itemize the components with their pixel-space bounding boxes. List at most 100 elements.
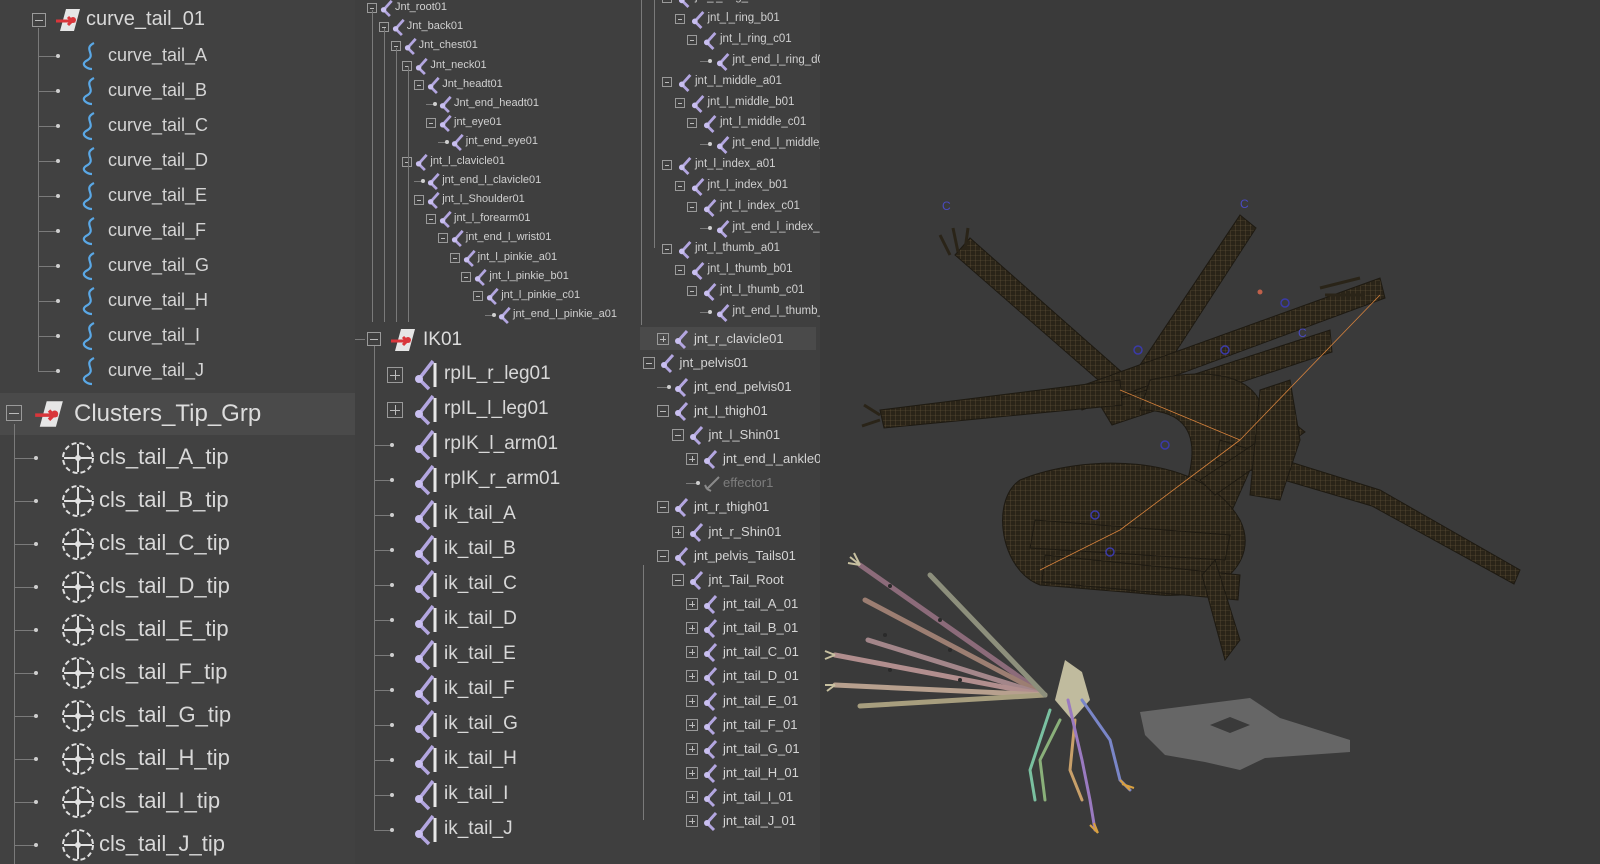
expand-toggle[interactable]	[686, 598, 698, 610]
expand-toggle[interactable]	[686, 791, 698, 803]
collapse-toggle[interactable]	[367, 332, 381, 346]
item-label: jnt_l_middle_b01	[707, 95, 795, 108]
item-label: jnt_r_thigh01	[694, 499, 770, 514]
tree-connector-dot	[492, 313, 496, 318]
item-label: cls_tail_B_tip	[99, 487, 229, 512]
expand-toggle[interactable]	[686, 743, 698, 755]
outliner-panel-left[interactable]: curve_tail_01 curve_tail_A curve_tail_B cu…	[0, 0, 355, 864]
expand-toggle[interactable]	[686, 622, 698, 634]
item-label: cls_tail_D_tip	[99, 573, 230, 598]
item-label: curve_tail_C	[108, 115, 209, 135]
collapse-toggle[interactable]	[687, 118, 697, 129]
expand-toggle[interactable]	[387, 367, 403, 383]
collapse-toggle[interactable]	[662, 76, 672, 87]
item-label: jnt_l_forearm01	[454, 212, 531, 225]
item-label: jnt_tail_D_01	[723, 668, 799, 683]
collapse-toggle[interactable]	[671, 429, 684, 441]
tree-connector-dot	[56, 229, 60, 233]
collapse-toggle[interactable]	[657, 550, 669, 562]
tree-connector-dot	[34, 757, 38, 761]
item-label: jnt_l_ring_b01	[707, 11, 780, 24]
tree-connector-dot	[390, 583, 394, 587]
collapse-toggle[interactable]	[687, 34, 697, 45]
item-label: ik_tail_E	[444, 643, 516, 664]
expand-toggle[interactable]	[686, 719, 698, 731]
expand-toggle[interactable]	[671, 526, 684, 538]
collapse-toggle[interactable]	[662, 0, 672, 3]
item-label: cls_tail_E_tip	[99, 616, 229, 641]
expand-toggle[interactable]	[686, 767, 698, 779]
collapse-toggle[interactable]	[449, 252, 460, 263]
collapse-toggle[interactable]	[671, 574, 684, 586]
expand-toggle[interactable]	[657, 333, 669, 345]
item-label: rpIL_r_leg01	[444, 363, 551, 384]
collapse-toggle[interactable]	[674, 13, 685, 24]
expand-toggle[interactable]	[686, 695, 698, 707]
collapse-toggle[interactable]	[414, 195, 425, 205]
item-label: jnt_l_pinkie_b01	[489, 269, 569, 282]
viewport-3d[interactable]: C C C	[820, 0, 1600, 864]
item-label: jnt_Tail_Root	[708, 572, 784, 587]
item-label: cls_tail_C_tip	[99, 530, 230, 555]
collapse-toggle[interactable]	[662, 243, 672, 254]
collapse-toggle[interactable]	[414, 79, 425, 90]
tree-connector-dot	[56, 159, 60, 163]
item-label: curve_tail_J	[108, 360, 205, 380]
item-label: jnt_l_clavicle01	[430, 154, 505, 167]
expand-toggle[interactable]	[686, 453, 698, 465]
tree-connector-dot	[34, 843, 38, 847]
tree-connector-dot	[390, 548, 394, 552]
outliner-panel-middle[interactable]: Jnt_root01 Jnt_back01 Jnt_chest01 Jnt_neck0…	[355, 0, 640, 864]
item-label: jnt_end_eye01	[465, 135, 538, 148]
collapse-toggle[interactable]	[657, 405, 669, 417]
collapse-toggle[interactable]	[674, 181, 685, 192]
collapse-toggle[interactable]	[687, 285, 697, 296]
tree-connector-dot	[34, 800, 38, 804]
collapse-toggle[interactable]	[32, 13, 46, 27]
item-label: jnt_l_middle_a01	[695, 74, 782, 87]
collapse-toggle[interactable]	[642, 357, 655, 369]
tree-connector-dot	[433, 102, 437, 106]
creature-mesh	[879, 214, 1521, 662]
tree-connector-dot	[390, 688, 394, 692]
collapse-toggle[interactable]	[662, 160, 672, 171]
collapse-toggle[interactable]	[437, 233, 448, 244]
tree-connector-dot	[34, 714, 38, 718]
tree-connector-dot	[56, 369, 60, 373]
expand-toggle[interactable]	[387, 402, 403, 418]
expand-toggle[interactable]	[686, 646, 698, 658]
tree-connector-dot	[56, 194, 60, 198]
collapse-toggle[interactable]	[426, 118, 436, 129]
collapse-toggle[interactable]	[426, 214, 436, 225]
tree-connector-dot	[56, 299, 60, 303]
expand-toggle[interactable]	[686, 670, 698, 682]
item-label: jnt_end_l_pinkie_a01	[513, 308, 617, 321]
item-label: Clusters_Tip_Grp	[74, 400, 262, 427]
tree-connector-dot	[390, 758, 394, 762]
tree-connector-dot	[390, 443, 394, 447]
item-label: jnt_end_l_ring_d01	[732, 53, 821, 66]
expand-toggle[interactable]	[686, 815, 698, 827]
collapse-toggle[interactable]	[6, 405, 22, 421]
item-label: curve_tail_H	[108, 290, 209, 310]
item-label: rpIK_r_arm01	[444, 468, 561, 489]
item-label: effector1	[723, 475, 774, 490]
tree-connector-dot	[56, 124, 60, 128]
collapse-toggle[interactable]	[674, 264, 685, 275]
item-label: jnt_tail_C_01	[723, 644, 799, 659]
item-label: jnt_l_ring_c01	[720, 32, 792, 45]
tree-connector-dot	[390, 513, 394, 517]
collapse-toggle[interactable]	[687, 202, 697, 212]
outliner-panel-right[interactable]: jnt_l_ring_a01 jnt_l_ring_b01 jnt_l_ring_c…	[640, 0, 820, 864]
collapse-toggle[interactable]	[657, 501, 669, 513]
collapse-toggle[interactable]	[461, 271, 472, 282]
item-label: cls_tail_I_tip	[99, 788, 221, 813]
collapse-toggle[interactable]	[674, 97, 685, 108]
item-label: cls_tail_H_tip	[99, 745, 230, 770]
item-label: cls_tail_G_tip	[99, 702, 232, 727]
item-label: jnt_tail_B_01	[723, 620, 799, 635]
item-label: ik_tail_A	[444, 503, 516, 524]
collapse-toggle[interactable]	[473, 291, 484, 301]
item-label: curve_tail_G	[108, 255, 210, 275]
tree-connector-dot	[390, 618, 394, 622]
